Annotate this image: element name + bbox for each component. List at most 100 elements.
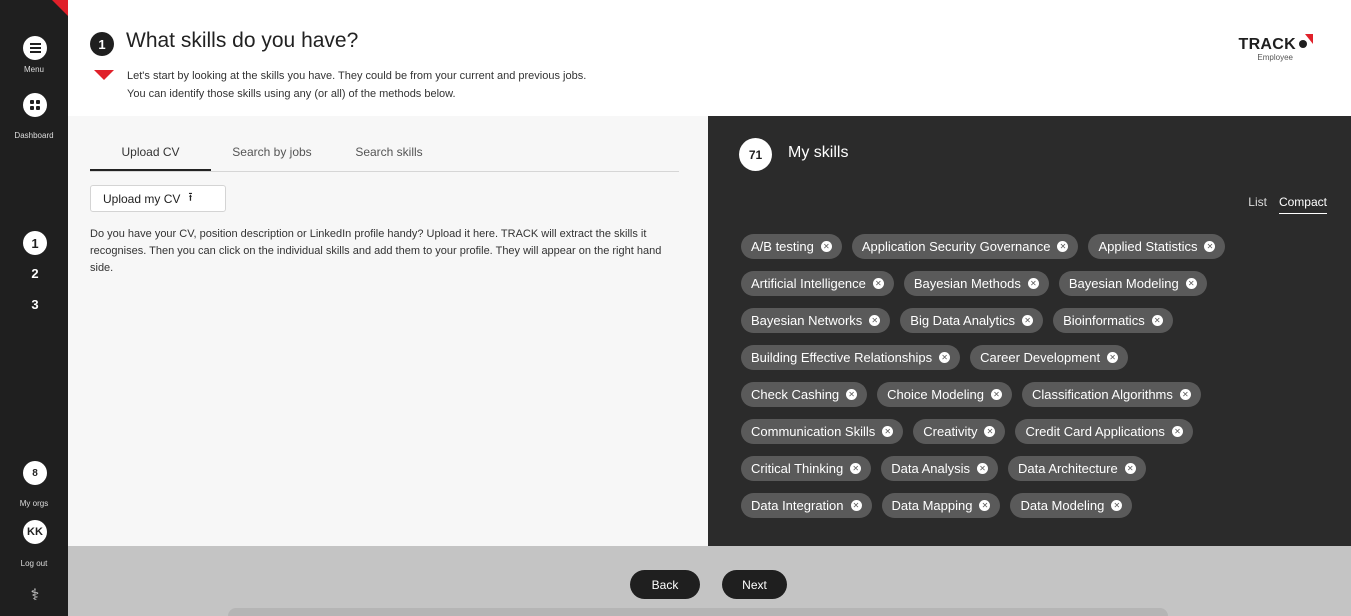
remove-skill-icon[interactable]: ✕ (1179, 389, 1191, 400)
skill-chip[interactable]: Choice Modeling ✕ (877, 382, 1012, 407)
remove-skill-icon[interactable]: ✕ (1124, 463, 1136, 474)
remove-skill-icon[interactable]: ✕ (869, 315, 881, 326)
skill-chip[interactable]: Data Integration ✕ (741, 493, 872, 518)
skill-chip[interactable]: Big Data Analytics ✕ (900, 308, 1044, 333)
remove-skill-icon[interactable]: ✕ (850, 463, 862, 474)
view-list-option[interactable]: List (1248, 195, 1267, 214)
brand-flag-icon (1305, 34, 1313, 44)
tab-upload-cv[interactable]: Upload CV (90, 145, 211, 171)
view-toggle: List Compact (1248, 195, 1327, 214)
skills-chip-row: Artificial Intelligence ✕ Bayesian Methods… (741, 271, 1341, 296)
remove-skill-icon[interactable]: ✕ (977, 463, 989, 474)
skills-chip-row: Data Integration ✕ Data Mapping ✕ Data Model… (741, 493, 1341, 518)
remove-skill-icon[interactable]: ✕ (1057, 241, 1069, 252)
skill-chip[interactable]: Data Analysis ✕ (881, 456, 999, 481)
skills-chip-row: Critical Thinking ✕ Data Analysis ✕ Data Arc… (741, 456, 1341, 481)
upload-cv-button[interactable]: Upload my CV ⭱ (90, 185, 226, 212)
my-orgs-label: My orgs (19, 499, 49, 508)
sidebar: Menu Dashboard 1 2 3 8 My orgs KK Log ou… (0, 0, 68, 616)
skill-chip-label: Career Development (980, 350, 1101, 365)
back-button[interactable]: Back (630, 570, 700, 599)
skill-chip[interactable]: Classification Algorithms ✕ (1022, 382, 1201, 407)
remove-skill-icon[interactable]: ✕ (984, 426, 996, 437)
skills-chip-row: Communication Skills ✕ Creativity ✕ Credit C… (741, 419, 1341, 444)
skill-chip[interactable]: Creativity ✕ (913, 419, 1006, 444)
dashboard-label: Dashboard (14, 131, 54, 140)
my-orgs-button[interactable]: 8 (23, 461, 47, 485)
subtitle-line-1: Let's start by looking at the skills you… (127, 70, 587, 82)
footer-shadow (228, 608, 1168, 616)
remove-skill-icon[interactable]: ✕ (1151, 315, 1163, 326)
remove-skill-icon[interactable]: ✕ (1027, 278, 1039, 289)
logout-label[interactable]: Log out (0, 559, 68, 568)
header: 1 What skills do you have? Let's start b… (68, 0, 1351, 116)
remove-skill-icon[interactable]: ✕ (1111, 500, 1123, 511)
skill-chip[interactable]: Application Security Governance ✕ (851, 234, 1079, 259)
skill-chip[interactable]: Credit Card Applications ✕ (1015, 419, 1193, 444)
input-methods-panel: Upload CV Search by jobs Search skills U… (68, 116, 708, 546)
my-skills-panel: 71 My skills List Compact A/B testing ✕ Ap… (708, 116, 1351, 546)
footer: Back Next (68, 546, 1351, 616)
skills-chip-row: Check Cashing ✕ Choice Modeling ✕ Classifica… (741, 382, 1341, 407)
avatar[interactable]: KK (23, 520, 47, 544)
upload-cv-label: Upload my CV (103, 191, 181, 206)
skill-chip-label: Application Security Governance (861, 239, 1051, 254)
sidebar-step-1[interactable]: 1 (23, 231, 47, 255)
skill-chip[interactable]: Bayesian Modeling ✕ (1058, 271, 1207, 296)
sidebar-step-2[interactable]: 2 (23, 261, 47, 285)
view-compact-option[interactable]: Compact (1278, 195, 1327, 214)
skill-chip-label: Classification Algorithms (1032, 387, 1173, 402)
skill-chip-label: Data Integration (751, 498, 844, 513)
remove-skill-icon[interactable]: ✕ (939, 352, 951, 363)
remove-skill-icon[interactable]: ✕ (846, 389, 858, 400)
app: Menu Dashboard 1 2 3 8 My orgs KK Log ou… (0, 0, 1351, 616)
skill-chip-label: A/B testing (751, 239, 814, 254)
skill-chip[interactable]: Check Cashing ✕ (741, 382, 868, 407)
remove-skill-icon[interactable]: ✕ (1185, 278, 1197, 289)
skills-count-badge: 71 (739, 138, 772, 171)
menu-button[interactable] (23, 36, 47, 60)
remove-skill-icon[interactable]: ✕ (1107, 352, 1119, 363)
dashboard-button[interactable] (23, 93, 47, 117)
remove-skill-icon[interactable]: ✕ (850, 500, 862, 511)
skill-chip-label: Credit Card Applications (1025, 424, 1165, 439)
skill-chip[interactable]: Career Development ✕ (970, 345, 1129, 370)
skill-chip-label: Check Cashing (751, 387, 840, 402)
skill-chip-label: Data Mapping (891, 498, 973, 513)
page-title: What skills do you have? (126, 29, 359, 52)
skill-chip[interactable]: Building Effective Relationships ✕ (741, 345, 961, 370)
skill-chip[interactable]: Data Architecture ✕ (1008, 456, 1146, 481)
remove-skill-icon[interactable]: ✕ (991, 389, 1002, 400)
skill-chip-label: Building Effective Relationships (751, 350, 933, 365)
remove-skill-icon[interactable]: ✕ (820, 241, 832, 252)
menu-label: Menu (23, 65, 44, 74)
tab-search-skills[interactable]: Search skills (333, 145, 445, 171)
skill-chip[interactable]: Data Modeling ✕ (1010, 493, 1133, 518)
skill-chip[interactable]: Critical Thinking ✕ (741, 456, 872, 481)
tab-search-by-jobs[interactable]: Search by jobs (211, 145, 333, 171)
remove-skill-icon[interactable]: ✕ (872, 278, 884, 289)
sidebar-corner-accent (52, 0, 68, 16)
skill-chip-label: Bayesian Modeling (1068, 276, 1179, 291)
remove-skill-icon[interactable]: ✕ (1022, 315, 1034, 326)
skill-chip[interactable]: Artificial Intelligence ✕ (741, 271, 894, 296)
remove-skill-icon[interactable]: ✕ (979, 500, 991, 511)
remove-skill-icon[interactable]: ✕ (882, 426, 894, 437)
skill-chip[interactable]: Bayesian Methods ✕ (903, 271, 1049, 296)
upload-arrow-icon: ⭱ (188, 190, 193, 204)
skill-chip-label: Data Modeling (1020, 498, 1105, 513)
brand-name: TRACK (1238, 36, 1296, 53)
remove-skill-icon[interactable]: ✕ (1171, 426, 1183, 437)
next-button[interactable]: Next (722, 570, 787, 599)
skill-chip[interactable]: A/B testing ✕ (741, 234, 842, 259)
skill-chip[interactable]: Communication Skills ✕ (741, 419, 904, 444)
skill-chip[interactable]: Bayesian Networks ✕ (741, 308, 891, 333)
skill-chip[interactable]: Applied Statistics ✕ (1088, 234, 1226, 259)
sidebar-step-3[interactable]: 3 (23, 292, 47, 316)
skill-chip[interactable]: Bioinformatics ✕ (1053, 308, 1173, 333)
skill-chip-label: Choice Modeling (887, 387, 984, 402)
brand-logo: TRACK (1238, 36, 1307, 54)
skill-chip[interactable]: Data Mapping ✕ (881, 493, 1001, 518)
logout-icon[interactable]: ⚕ (27, 586, 43, 606)
remove-skill-icon[interactable]: ✕ (1204, 241, 1216, 252)
